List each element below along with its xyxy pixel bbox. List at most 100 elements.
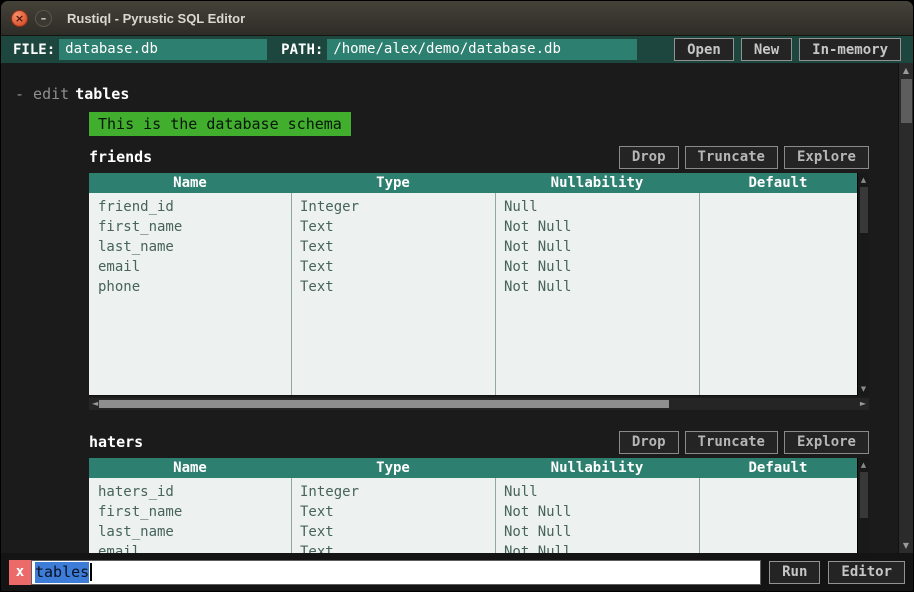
section-header: haters Drop Truncate Explore <box>89 430 869 454</box>
column-header-default: Default <box>748 175 808 191</box>
scrollbar-thumb[interactable] <box>860 187 868 233</box>
table-cell: email <box>98 259 141 275</box>
table-cell: Text <box>300 504 334 520</box>
open-button[interactable]: Open <box>674 38 734 61</box>
table-section-haters: haters Drop Truncate Explore Name Type N… <box>89 430 869 553</box>
path-label: PATH: <box>281 41 324 58</box>
table-row[interactable]: first_name Text Not Null <box>89 217 857 237</box>
column-header-nullability: Nullability <box>550 175 644 191</box>
table-header-row: Name Type Nullability Default <box>89 173 857 193</box>
command-bar: x tables Run Editor <box>1 553 913 591</box>
breadcrumb: - edit tables <box>15 85 898 103</box>
main-vertical-scrollbar[interactable]: ▲ ▼ <box>898 63 913 553</box>
table-row[interactable]: friend_id Integer Null <box>89 197 857 217</box>
table-name: haters <box>89 433 144 451</box>
table-cell: Null <box>504 199 538 215</box>
breadcrumb-prefix: - edit <box>15 85 70 103</box>
in-memory-button[interactable]: In-memory <box>799 38 901 61</box>
table-cell: Text <box>300 259 334 275</box>
explore-button[interactable]: Explore <box>783 430 869 454</box>
drop-button[interactable]: Drop <box>618 145 679 169</box>
window-title: Rustiql - Pyrustic SQL Editor <box>67 10 246 26</box>
column-header-name: Name <box>173 175 207 191</box>
table-cell: phone <box>98 279 141 295</box>
file-input[interactable]: database.db <box>59 39 268 60</box>
table-row[interactable]: last_name Text Not Null <box>89 237 857 257</box>
toolbar: FILE: database.db PATH: /home/alex/demo/… <box>1 36 913 63</box>
table-row[interactable]: email Text Not Null <box>89 257 857 277</box>
scroll-down-icon[interactable]: ▼ <box>899 541 913 550</box>
column-header-type: Type <box>376 460 410 476</box>
schema-table: Name Type Nullability Default friend_id I… <box>89 173 869 396</box>
table-header-row: Name Type Nullability Default <box>89 458 857 478</box>
table-cell: Text <box>300 279 334 295</box>
table-actions: Drop Truncate Explore <box>618 430 869 454</box>
text-caret <box>90 563 93 581</box>
selected-text: tables <box>35 561 90 583</box>
scroll-left-icon[interactable]: ◄ <box>92 398 98 410</box>
table-cell <box>699 277 857 297</box>
table-cell: Integer <box>300 199 360 215</box>
table-row[interactable]: last_name Text Not Null <box>89 522 857 542</box>
explore-button[interactable]: Explore <box>783 145 869 169</box>
table-body: friend_id Integer Null first_name Text Not Nu… <box>89 193 857 396</box>
table-row[interactable]: email Text Not Null <box>89 542 857 553</box>
table-row[interactable]: haters_id Integer Null <box>89 482 857 502</box>
table-row[interactable]: first_name Text Not Null <box>89 502 857 522</box>
table-cell <box>699 482 857 502</box>
table-cell <box>699 542 857 553</box>
app-window: × – Rustiql - Pyrustic SQL Editor FILE: … <box>0 0 914 592</box>
titlebar: × – Rustiql - Pyrustic SQL Editor <box>1 1 913 36</box>
table-cell: Text <box>300 239 334 255</box>
table-cell: first_name <box>98 504 183 520</box>
table-cell <box>699 257 857 277</box>
close-command-button[interactable]: x <box>9 559 31 585</box>
minimize-window-button[interactable]: – <box>35 9 52 27</box>
path-input[interactable]: /home/alex/demo/database.db <box>327 39 638 60</box>
table-cell: email <box>98 544 141 553</box>
table-cell: Not Null <box>504 279 572 295</box>
table-cell <box>699 502 857 522</box>
table-cell: Text <box>300 544 334 553</box>
column-header-default: Default <box>748 460 808 476</box>
table-cell: last_name <box>98 524 174 540</box>
truncate-button[interactable]: Truncate <box>684 145 778 169</box>
scroll-up-icon[interactable]: ▲ <box>858 176 869 184</box>
table-name: friends <box>89 148 153 166</box>
table-cell: Not Null <box>504 524 572 540</box>
breadcrumb-current: tables <box>75 85 130 103</box>
table-cell: first_name <box>98 219 183 235</box>
column-divider <box>495 193 496 395</box>
table-cell <box>699 522 857 542</box>
drop-button[interactable]: Drop <box>618 430 679 454</box>
scrollbar-thumb[interactable] <box>901 79 912 123</box>
table-section-friends: friends Drop Truncate Explore Name Type … <box>89 145 869 410</box>
scroll-right-icon[interactable]: ► <box>860 398 866 410</box>
table-vertical-scrollbar[interactable]: ▲ ▼ <box>857 458 869 553</box>
run-button[interactable]: Run <box>769 560 821 584</box>
table-row[interactable]: phone Text Not Null <box>89 277 857 297</box>
schema-note: This is the database schema <box>89 112 351 136</box>
scroll-up-icon[interactable]: ▲ <box>858 461 869 469</box>
table-cell: Not Null <box>504 239 572 255</box>
table-horizontal-scrollbar[interactable]: ◄ ► <box>89 398 869 410</box>
editor-button[interactable]: Editor <box>828 560 905 584</box>
table-cell: Not Null <box>504 544 572 553</box>
table-vertical-scrollbar[interactable]: ▲ ▼ <box>857 173 869 396</box>
scrollbar-thumb[interactable] <box>99 400 669 408</box>
column-header-type: Type <box>376 175 410 191</box>
truncate-button[interactable]: Truncate <box>684 430 778 454</box>
new-button[interactable]: New <box>740 38 793 61</box>
table-cell: haters_id <box>98 484 174 500</box>
table-cell <box>699 237 857 257</box>
close-window-button[interactable]: × <box>11 9 28 27</box>
scroll-down-icon[interactable]: ▼ <box>858 385 869 393</box>
minimize-icon: – <box>40 11 47 25</box>
column-divider <box>699 478 700 553</box>
scrollbar-thumb[interactable] <box>860 472 868 518</box>
scroll-up-icon[interactable]: ▲ <box>899 66 913 75</box>
column-divider <box>291 478 292 553</box>
table-cell: Text <box>300 524 334 540</box>
command-input[interactable]: tables <box>31 559 762 585</box>
table-cell: Text <box>300 219 334 235</box>
